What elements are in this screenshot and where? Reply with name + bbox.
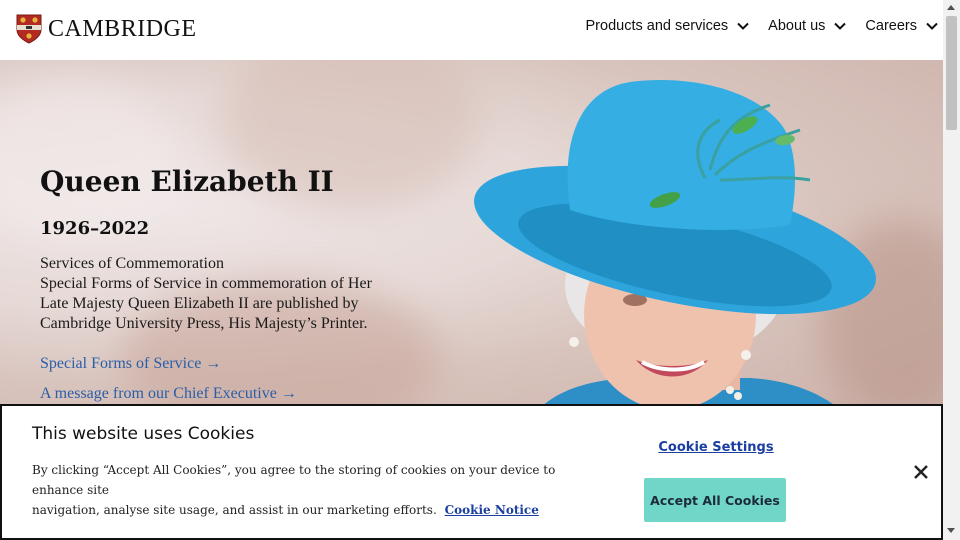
page-subtitle-dates: 1926–2022	[40, 218, 150, 239]
logo-wordmark: CAMBRIDGE	[48, 16, 197, 42]
hero-banner: Queen Elizabeth II 1926–2022 Services of…	[0, 60, 943, 420]
nav-label: Careers	[865, 18, 917, 34]
description-line: Special Forms of Service in commemoratio…	[40, 275, 372, 292]
cookie-description-line: By clicking “Accept All Cookies”, you ag…	[32, 463, 556, 497]
cookie-banner-title: This website uses Cookies	[32, 424, 255, 444]
close-icon[interactable]	[913, 464, 929, 480]
cookie-settings-button[interactable]: Cookie Settings	[632, 440, 800, 455]
cookie-notice-link[interactable]: Cookie Notice	[445, 503, 539, 517]
hero-text-block: Queen Elizabeth II 1926–2022 Services of…	[40, 160, 400, 404]
nav-products-and-services[interactable]: Products and services	[586, 18, 751, 34]
chief-executive-message-link[interactable]: A message from our Chief Executive →	[40, 384, 400, 404]
special-forms-of-service-link[interactable]: Special Forms of Service →	[40, 354, 400, 374]
page-title: Queen Elizabeth II	[40, 165, 334, 198]
description-line: Services of Commemoration	[40, 255, 224, 272]
description-line: Late Majesty Queen Elizabeth II are publ…	[40, 295, 359, 312]
nav-careers[interactable]: Careers	[865, 18, 939, 34]
cambridge-logo[interactable]: CAMBRIDGE	[16, 14, 197, 44]
cookie-consent-banner: This website uses Cookies By clicking “A…	[0, 404, 943, 540]
nav-label: About us	[768, 18, 826, 34]
scroll-down-arrow-icon[interactable]	[947, 528, 955, 533]
scroll-up-arrow-icon[interactable]	[947, 5, 955, 10]
cambridge-shield-icon	[16, 14, 42, 44]
nav-label: Products and services	[585, 18, 729, 34]
main-nav: Products and services About us Careers	[586, 18, 939, 34]
accept-all-cookies-button[interactable]: Accept All Cookies	[644, 478, 786, 522]
page-scrollbar[interactable]	[943, 0, 960, 540]
queen-portrait-image	[474, 80, 876, 420]
cookie-description-line-2: navigation, analyse site usage, and assi…	[32, 500, 592, 520]
chevron-down-icon	[834, 22, 847, 30]
hero-description: Services of Commemoration Special Forms …	[40, 254, 400, 334]
chevron-down-icon	[926, 22, 938, 30]
site-header: CAMBRIDGE Products and services About us…	[0, 0, 943, 60]
description-line: Cambridge University Press, His Majesty’…	[40, 315, 368, 332]
chevron-down-icon	[737, 22, 749, 30]
nav-about-us[interactable]: About us	[768, 18, 847, 34]
cookie-banner-description: By clicking “Accept All Cookies”, you ag…	[32, 460, 592, 520]
cookie-description-text: navigation, analyse site usage, and assi…	[32, 503, 437, 517]
scrollbar-thumb[interactable]	[946, 16, 957, 130]
